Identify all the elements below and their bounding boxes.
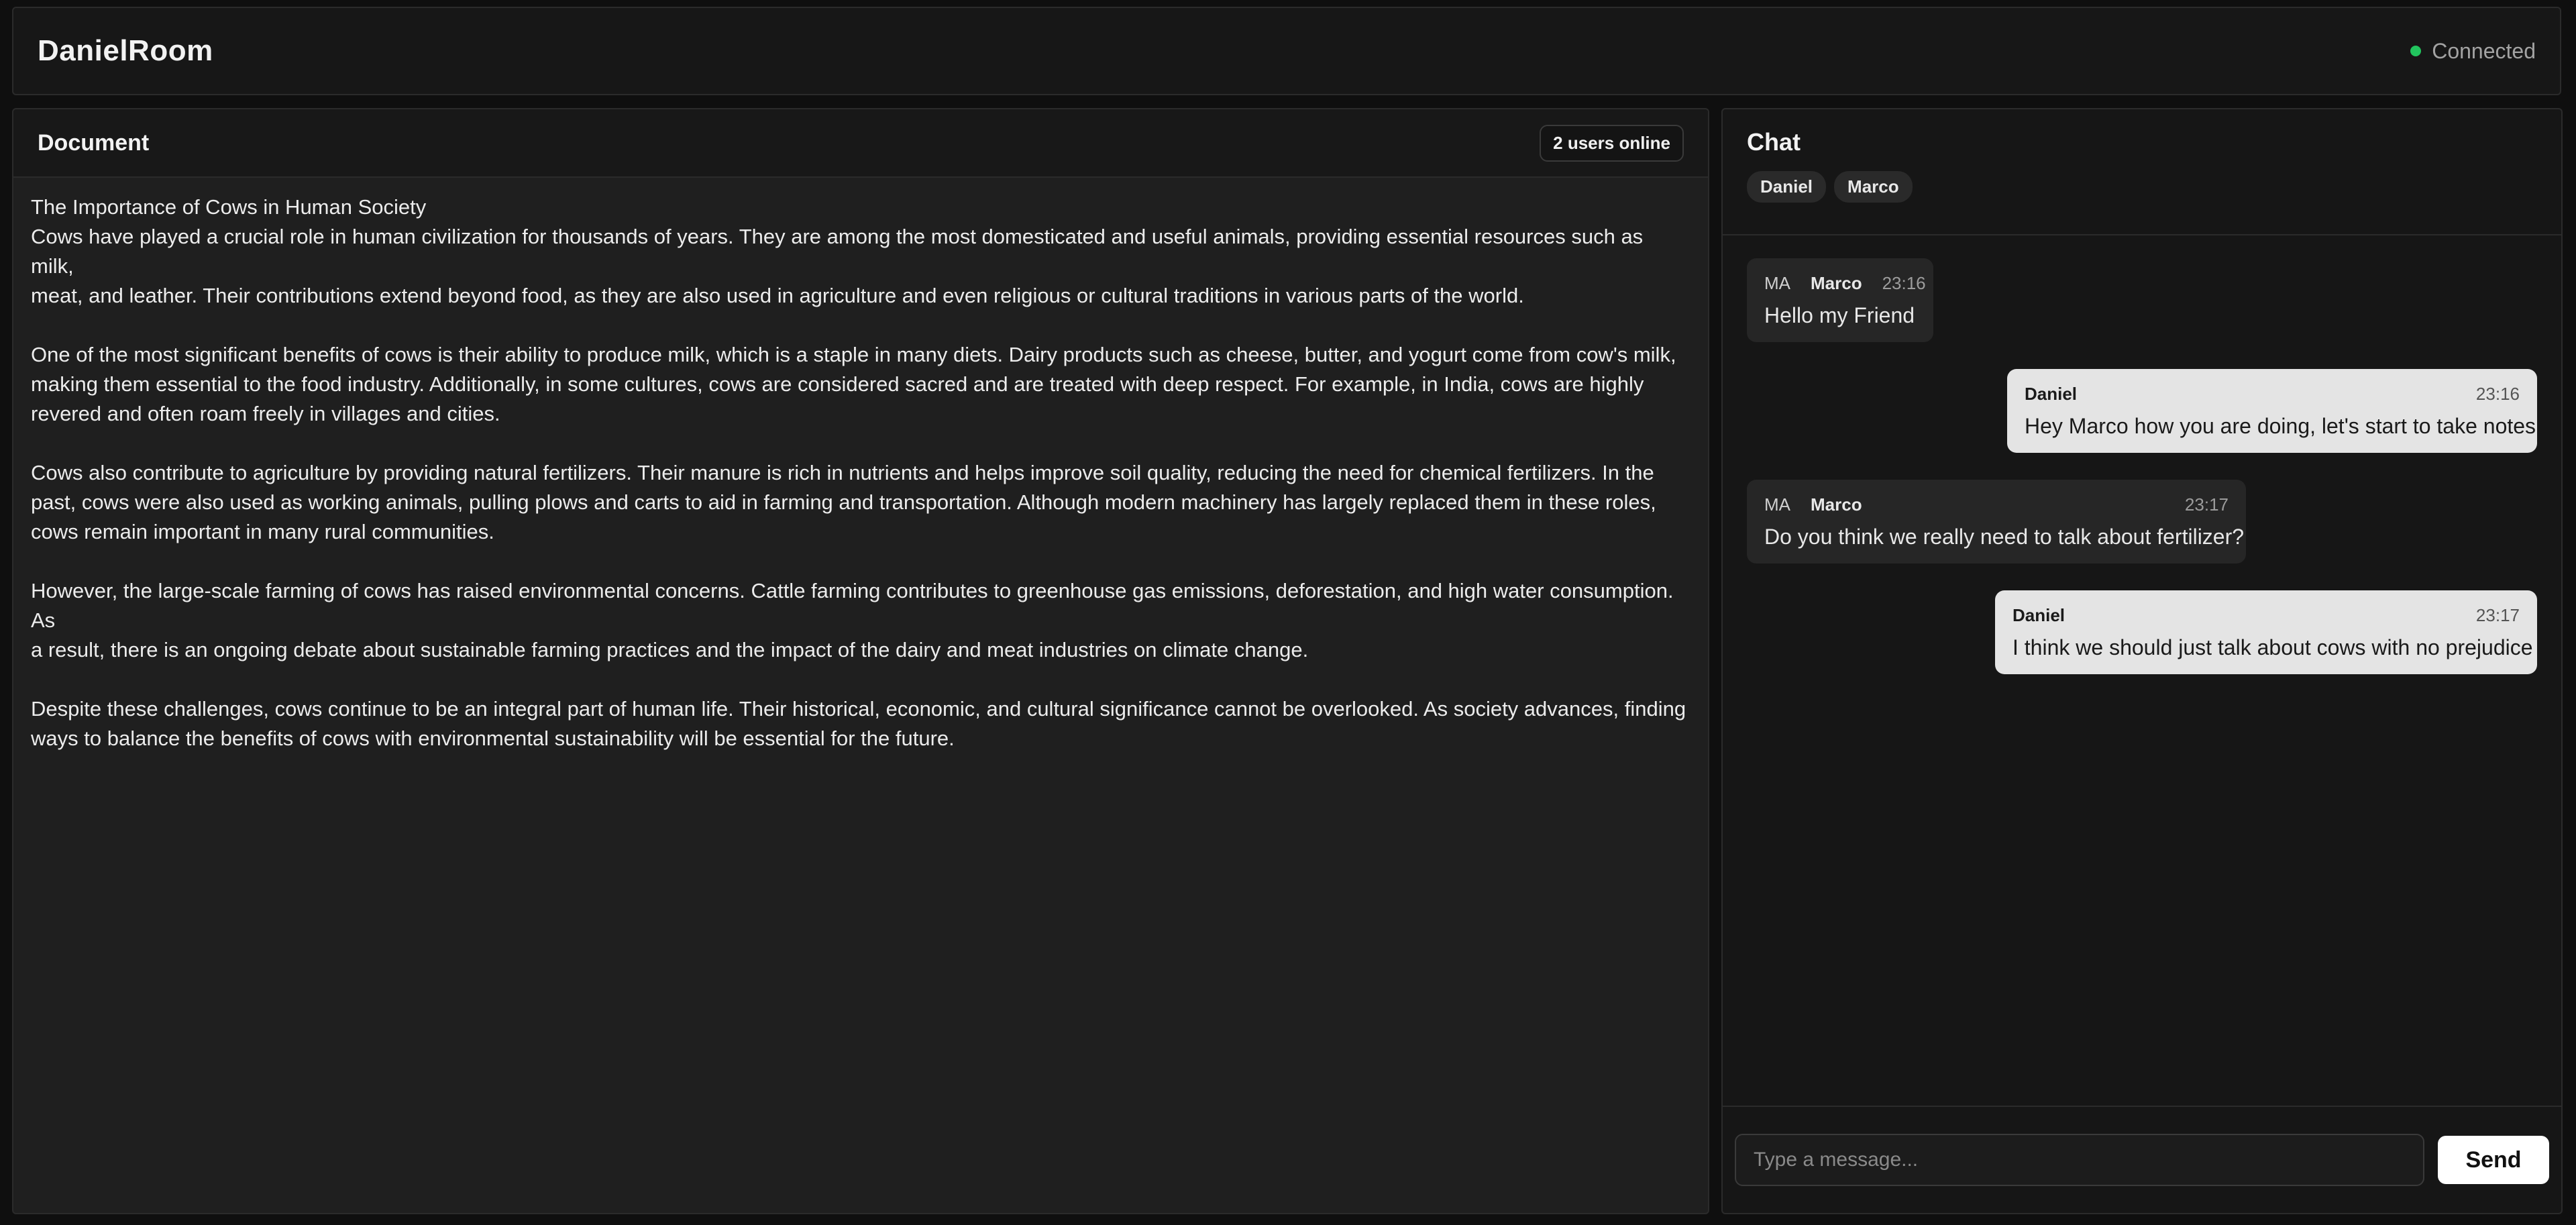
sender-name: Marco — [1811, 494, 1862, 515]
users-online-badge: 2 users online — [1540, 124, 1684, 162]
message-text: I think we should just talk about cows w… — [2012, 635, 2533, 659]
message-time: 23:16 — [1882, 273, 1926, 293]
document-line: cows remain important in many rural comm… — [31, 520, 494, 543]
sender-name: Marco — [1811, 273, 1862, 293]
message-meta: MA Marco 23:17 — [1764, 494, 2229, 515]
document-line: past, cows were also used as working ani… — [31, 490, 1656, 514]
chat-header: Chat Daniel Marco — [1723, 109, 2561, 235]
message-text: Hello my Friend — [1764, 303, 1915, 327]
room-title: DanielRoom — [38, 34, 213, 67]
message-meta: Daniel 23:17 — [2012, 605, 2520, 626]
message-meta: MA Marco 23:16 — [1764, 273, 1926, 294]
app-header: DanielRoom Connected — [12, 7, 2561, 95]
document-title: Document — [38, 129, 150, 156]
participant-chip: Marco — [1834, 171, 1913, 203]
connection-status: Connected — [2410, 39, 2536, 64]
document-line: The Importance of Cows in Human Society — [31, 195, 427, 219]
document-line: However, the large-scale farming of cows… — [31, 579, 1674, 632]
message-text: Do you think we really need to talk abou… — [1764, 525, 2245, 549]
document-line: a result, there is an ongoing debate abo… — [31, 638, 1309, 661]
send-button[interactable]: Send — [2438, 1136, 2549, 1184]
document-editor[interactable]: The Importance of Cows in Human Society … — [13, 178, 1708, 768]
sender-name: Daniel — [2012, 605, 2065, 625]
chat-title: Chat — [1747, 128, 1801, 156]
connection-status-label: Connected — [2432, 38, 2536, 63]
document-line: ways to balance the benefits of cows wit… — [31, 727, 955, 750]
document-line: revered and often roam freely in village… — [31, 402, 500, 425]
document-header: Document 2 users online — [13, 109, 1708, 178]
message-time: 23:17 — [2184, 494, 2229, 515]
chat-message: Daniel 23:16 Hey Marco how you are doing… — [2007, 369, 2537, 453]
message-time: 23:17 — [2475, 605, 2520, 625]
participant-chip: Daniel — [1747, 171, 1827, 203]
message-composer: Send — [1723, 1106, 2561, 1213]
sender-avatar: MA — [1764, 494, 1790, 515]
chat-message: Daniel 23:17 I think we should just talk… — [1995, 590, 2537, 674]
chat-message: MA Marco 23:17 Do you think we really ne… — [1747, 480, 2246, 564]
connection-dot-icon — [2410, 46, 2422, 56]
document-line: Cows also contribute to agriculture by p… — [31, 461, 1654, 484]
chat-panel: Chat Daniel Marco MA Marco 23:16 Hello m… — [1721, 108, 2563, 1214]
document-line: Cows have played a crucial role in human… — [31, 225, 1644, 278]
message-list[interactable]: MA Marco 23:16 Hello my Friend Daniel 23… — [1723, 237, 2561, 1087]
document-line: Despite these challenges, cows continue … — [31, 697, 1686, 721]
sender-avatar: MA — [1764, 273, 1790, 293]
document-line: One of the most significant benefits of … — [31, 343, 1676, 366]
message-input[interactable] — [1735, 1134, 2424, 1186]
document-panel: Document 2 users online The Importance o… — [12, 108, 1709, 1214]
message-text: Hey Marco how you are doing, let's start… — [2025, 414, 2536, 438]
chat-message: MA Marco 23:16 Hello my Friend — [1747, 258, 1933, 342]
message-meta: Daniel 23:16 — [2025, 384, 2520, 405]
document-line: meat, and leather. Their contributions e… — [31, 284, 1524, 307]
sender-name: Daniel — [2025, 384, 2078, 404]
document-line: making them essential to the food indust… — [31, 372, 1644, 396]
message-time: 23:16 — [2475, 384, 2520, 404]
participant-list: Daniel Marco — [1747, 171, 2537, 203]
